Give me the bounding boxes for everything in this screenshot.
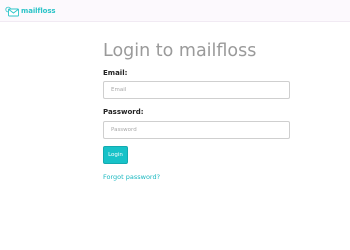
envelope-logo-icon xyxy=(5,6,19,17)
email-label: Email: xyxy=(103,69,128,77)
top-navbar: mailfloss xyxy=(0,0,350,22)
email-field[interactable] xyxy=(103,81,290,99)
brand-logo[interactable]: mailfloss xyxy=(5,6,56,17)
brand-name: mailfloss xyxy=(21,7,56,15)
password-field[interactable] xyxy=(103,121,290,139)
password-label: Password: xyxy=(103,108,144,116)
page-title: Login to mailfloss xyxy=(103,41,257,61)
login-button[interactable]: Login xyxy=(103,146,128,164)
forgot-password-link[interactable]: Forgot password? xyxy=(103,173,160,182)
